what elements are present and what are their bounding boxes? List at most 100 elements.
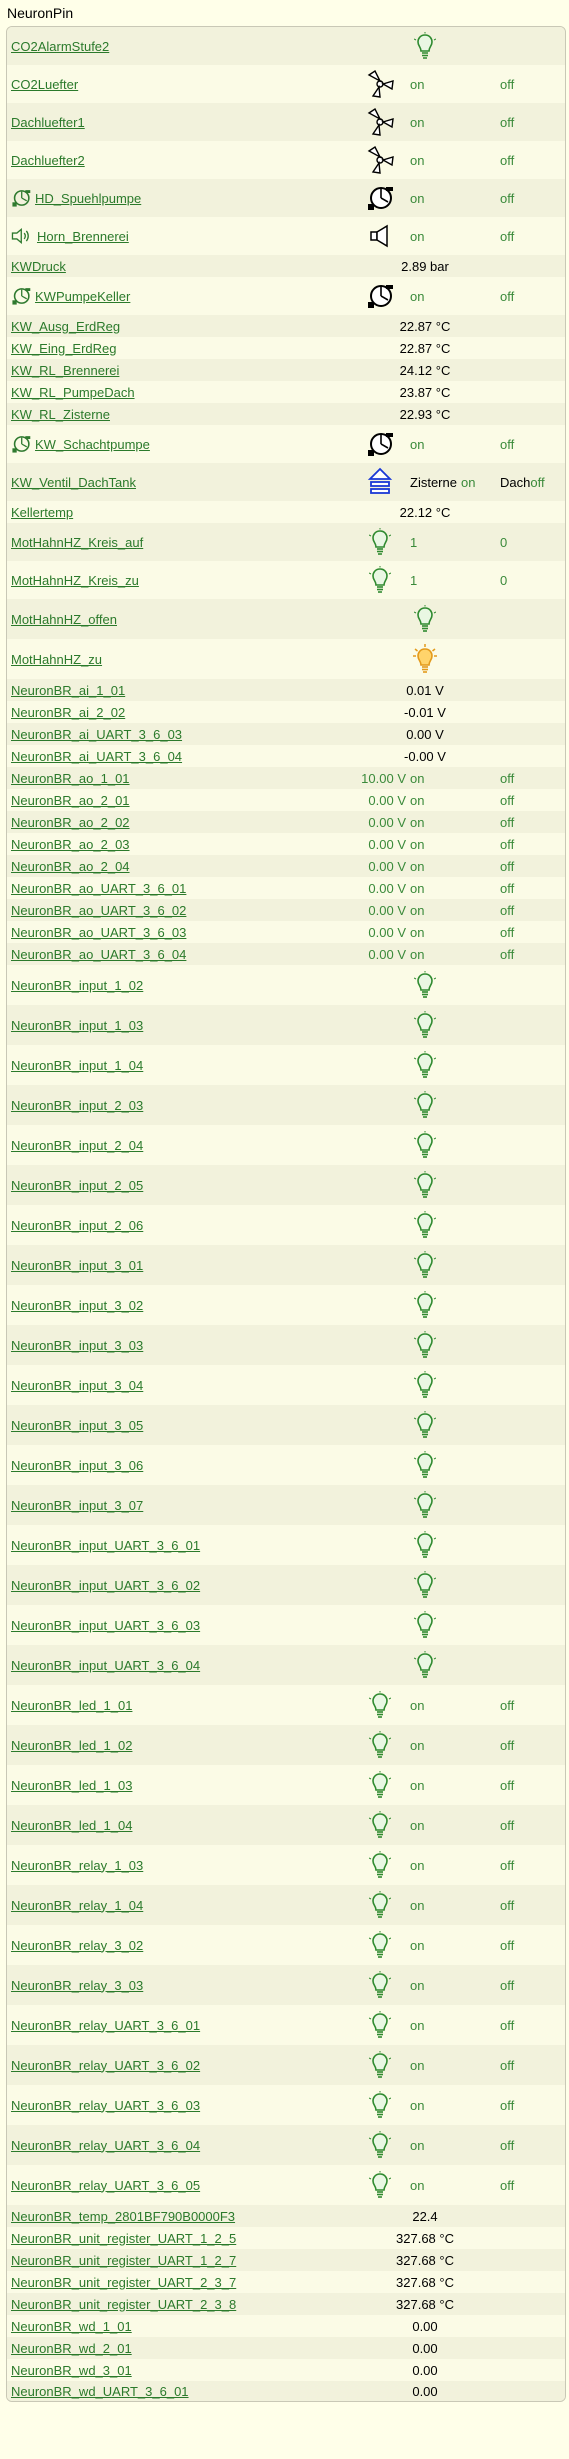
device-link[interactable]: NeuronBR_ao_2_04: [11, 859, 130, 874]
device-link[interactable]: MotHahnHZ_zu: [11, 652, 102, 667]
device-link[interactable]: KW_Ventil_DachTank: [11, 475, 136, 490]
on-command-button[interactable]: on: [410, 2058, 424, 2073]
option-a-state-button[interactable]: on: [461, 475, 475, 490]
device-link[interactable]: KW_Ausg_ErdReg: [11, 319, 120, 334]
device-link[interactable]: NeuronBR_relay_1_03: [11, 1858, 143, 1873]
device-link[interactable]: NeuronBR_wd_2_01: [11, 2341, 132, 2356]
device-link[interactable]: NeuronBR_led_1_04: [11, 1818, 132, 1833]
off-command-button[interactable]: off: [500, 1978, 514, 1993]
off-command-button[interactable]: off: [500, 1698, 514, 1713]
device-link[interactable]: NeuronBR_input_2_05: [11, 1178, 143, 1193]
on-command-button[interactable]: on: [410, 815, 424, 830]
off-command-button[interactable]: 0: [500, 535, 507, 550]
device-link[interactable]: CO2AlarmStufe2: [11, 39, 109, 54]
on-command-button[interactable]: 1: [410, 573, 417, 588]
on-command-button[interactable]: on: [410, 1978, 424, 1993]
device-link[interactable]: NeuronBR_ao_1_01: [11, 771, 130, 786]
off-command-button[interactable]: off: [500, 153, 514, 168]
device-link[interactable]: Dachluefter1: [11, 115, 85, 130]
off-command-button[interactable]: off: [500, 859, 514, 874]
device-link[interactable]: NeuronBR_input_3_06: [11, 1458, 143, 1473]
device-link[interactable]: NeuronBR_input_3_03: [11, 1338, 143, 1353]
device-link[interactable]: NeuronBR_led_1_02: [11, 1738, 132, 1753]
on-command-button[interactable]: on: [410, 903, 424, 918]
on-command-button[interactable]: on: [410, 1738, 424, 1753]
off-command-button[interactable]: off: [500, 925, 514, 940]
off-command-button[interactable]: off: [500, 2058, 514, 2073]
device-link[interactable]: NeuronBR_input_UART_3_6_03: [11, 1618, 200, 1633]
device-link[interactable]: NeuronBR_led_1_01: [11, 1698, 132, 1713]
device-link[interactable]: KWDruck: [11, 259, 66, 274]
on-command-button[interactable]: on: [410, 793, 424, 808]
device-link[interactable]: NeuronBR_unit_register_UART_1_2_7: [11, 2253, 236, 2268]
device-link[interactable]: NeuronBR_input_3_02: [11, 1298, 143, 1313]
device-link[interactable]: NeuronBR_wd_UART_3_6_01: [11, 2384, 189, 2399]
device-link[interactable]: KW_Schachtpumpe: [35, 437, 150, 452]
on-command-button[interactable]: 1: [410, 535, 417, 550]
device-link[interactable]: NeuronBR_wd_3_01: [11, 2363, 132, 2378]
off-command-button[interactable]: off: [500, 2178, 514, 2193]
device-link[interactable]: NeuronBR_relay_1_04: [11, 1898, 143, 1913]
on-command-button[interactable]: on: [410, 1938, 424, 1953]
device-link[interactable]: NeuronBR_input_3_05: [11, 1418, 143, 1433]
off-command-button[interactable]: off: [500, 1778, 514, 1793]
device-link[interactable]: NeuronBR_input_3_01: [11, 1258, 143, 1273]
device-link[interactable]: NeuronBR_input_UART_3_6_01: [11, 1538, 200, 1553]
device-link[interactable]: CO2Luefter: [11, 77, 78, 92]
on-command-button[interactable]: on: [410, 1898, 424, 1913]
on-command-button[interactable]: on: [410, 229, 424, 244]
on-command-button[interactable]: on: [410, 771, 424, 786]
device-link[interactable]: Kellertemp: [11, 505, 73, 520]
on-command-button[interactable]: on: [410, 77, 424, 92]
device-link[interactable]: MotHahnHZ_offen: [11, 612, 117, 627]
device-link[interactable]: HD_Spuehlpumpe: [35, 191, 141, 206]
off-command-button[interactable]: off: [500, 1858, 514, 1873]
on-command-button[interactable]: on: [410, 859, 424, 874]
device-link[interactable]: NeuronBR_led_1_03: [11, 1778, 132, 1793]
on-command-button[interactable]: on: [410, 2138, 424, 2153]
device-link[interactable]: Dachluefter2: [11, 153, 85, 168]
device-link[interactable]: KW_RL_Zisterne: [11, 407, 110, 422]
on-command-button[interactable]: on: [410, 1698, 424, 1713]
off-command-button[interactable]: off: [500, 793, 514, 808]
on-command-button[interactable]: on: [410, 1818, 424, 1833]
off-command-button[interactable]: off: [500, 1818, 514, 1833]
off-command-button[interactable]: off: [500, 903, 514, 918]
on-command-button[interactable]: on: [410, 947, 424, 962]
device-link[interactable]: NeuronBR_ao_2_01: [11, 793, 130, 808]
device-link[interactable]: NeuronBR_ao_2_02: [11, 815, 130, 830]
device-link[interactable]: NeuronBR_unit_register_UART_1_2_5: [11, 2231, 236, 2246]
device-link[interactable]: NeuronBR_relay_UART_3_6_01: [11, 2018, 200, 2033]
on-command-button[interactable]: on: [410, 2098, 424, 2113]
off-command-button[interactable]: off: [500, 289, 514, 304]
device-link[interactable]: NeuronBR_input_3_07: [11, 1498, 143, 1513]
device-link[interactable]: KW_Eing_ErdReg: [11, 341, 117, 356]
off-command-button[interactable]: off: [500, 837, 514, 852]
off-command-button[interactable]: off: [500, 2018, 514, 2033]
on-command-button[interactable]: on: [410, 115, 424, 130]
device-link[interactable]: NeuronBR_ai_1_01: [11, 683, 125, 698]
device-link[interactable]: NeuronBR_ao_2_03: [11, 837, 130, 852]
device-link[interactable]: NeuronBR_ai_UART_3_6_04: [11, 749, 182, 764]
device-link[interactable]: NeuronBR_unit_register_UART_2_3_7: [11, 2275, 236, 2290]
device-link[interactable]: MotHahnHZ_Kreis_zu: [11, 573, 139, 588]
device-link[interactable]: KW_RL_Brennerei: [11, 363, 119, 378]
device-link[interactable]: NeuronBR_input_3_04: [11, 1378, 143, 1393]
device-link[interactable]: NeuronBR_input_2_03: [11, 1098, 143, 1113]
device-link[interactable]: NeuronBR_input_UART_3_6_04: [11, 1658, 200, 1673]
on-command-button[interactable]: on: [410, 881, 424, 896]
device-link[interactable]: NeuronBR_relay_3_02: [11, 1938, 143, 1953]
on-command-button[interactable]: on: [410, 153, 424, 168]
on-command-button[interactable]: on: [410, 289, 424, 304]
device-link[interactable]: NeuronBR_input_1_02: [11, 978, 143, 993]
device-link[interactable]: NeuronBR_relay_UART_3_6_03: [11, 2098, 200, 2113]
device-link[interactable]: Horn_Brennerei: [37, 229, 129, 244]
device-link[interactable]: NeuronBR_relay_UART_3_6_02: [11, 2058, 200, 2073]
device-link[interactable]: NeuronBR_ai_2_02: [11, 705, 125, 720]
off-command-button[interactable]: off: [500, 437, 514, 452]
on-command-button[interactable]: on: [410, 437, 424, 452]
off-command-button[interactable]: off: [500, 881, 514, 896]
off-command-button[interactable]: 0: [500, 573, 507, 588]
on-command-button[interactable]: on: [410, 2178, 424, 2193]
off-command-button[interactable]: off: [500, 771, 514, 786]
